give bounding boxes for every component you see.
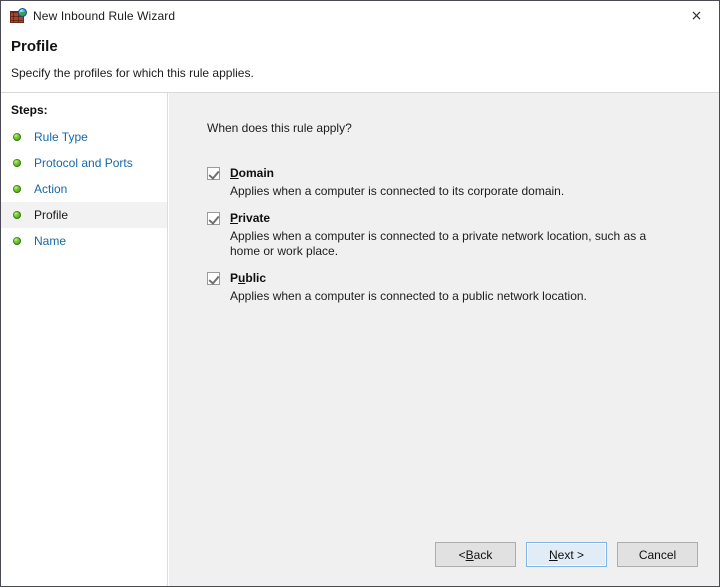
page-title: Profile [11,38,58,55]
profile-options: Domain Applies when a computer is connec… [207,165,693,315]
sidebar-item-action[interactable]: Action [1,176,167,202]
sidebar-item-label: Profile [34,208,69,222]
option-private: Private Applies when a computer is conne… [207,210,693,259]
sidebar-item-label: Action [34,182,68,196]
option-domain: Domain Applies when a computer is connec… [207,165,693,199]
green-bullet-icon [13,237,21,245]
cancel-button[interactable]: Cancel [617,542,698,567]
green-bullet-icon [13,133,21,141]
option-private-row[interactable]: Private [207,210,693,226]
wizard-footer: < Back Next > Cancel [435,542,698,567]
option-private-label: Private [230,211,271,225]
green-bullet-icon [13,211,21,219]
steps-sidebar: Steps: Rule Type Protocol and Ports Acti… [1,93,168,586]
option-public-row[interactable]: Public [207,270,693,286]
sidebar-item-protocol-and-ports[interactable]: Protocol and Ports [1,150,167,176]
sidebar-item-profile[interactable]: Profile [1,202,167,228]
page-subtitle: Specify the profiles for which this rule… [11,66,254,80]
next-button[interactable]: Next > [526,542,607,567]
close-icon[interactable]: × [674,1,719,30]
steps-list: Rule Type Protocol and Ports Action Prof… [1,124,167,254]
option-public: Public Applies when a computer is connec… [207,270,693,304]
steps-heading: Steps: [11,103,48,117]
question-text: When does this rule apply? [207,121,352,135]
sidebar-item-label: Protocol and Ports [34,156,133,170]
green-bullet-icon [13,185,21,193]
sidebar-item-label: Rule Type [34,130,88,144]
sidebar-item-rule-type[interactable]: Rule Type [1,124,167,150]
back-button[interactable]: < Back [435,542,516,567]
option-private-description: Applies when a computer is connected to … [230,229,647,258]
checkbox-domain[interactable] [207,166,220,180]
option-domain-label: Domain [230,166,275,180]
window-title: New Inbound Rule Wizard [33,8,176,23]
main-panel: When does this rule apply? Domain Applie… [169,93,719,586]
checkbox-private[interactable] [207,211,220,225]
title-bar: New Inbound Rule Wizard × [1,1,719,30]
page-header: Profile Specify the profiles for which t… [1,30,719,92]
option-public-label: Public [230,271,267,285]
sidebar-item-label: Name [34,234,67,248]
option-public-description: Applies when a computer is connected to … [230,289,587,303]
firewall-brick-globe-icon [10,7,27,24]
option-domain-description: Applies when a computer is connected to … [230,184,565,198]
wizard-window: New Inbound Rule Wizard × Profile Specif… [0,0,720,587]
checkbox-public[interactable] [207,271,220,285]
option-domain-row[interactable]: Domain [207,165,693,181]
green-bullet-icon [13,159,21,167]
sidebar-item-name[interactable]: Name [1,228,167,254]
